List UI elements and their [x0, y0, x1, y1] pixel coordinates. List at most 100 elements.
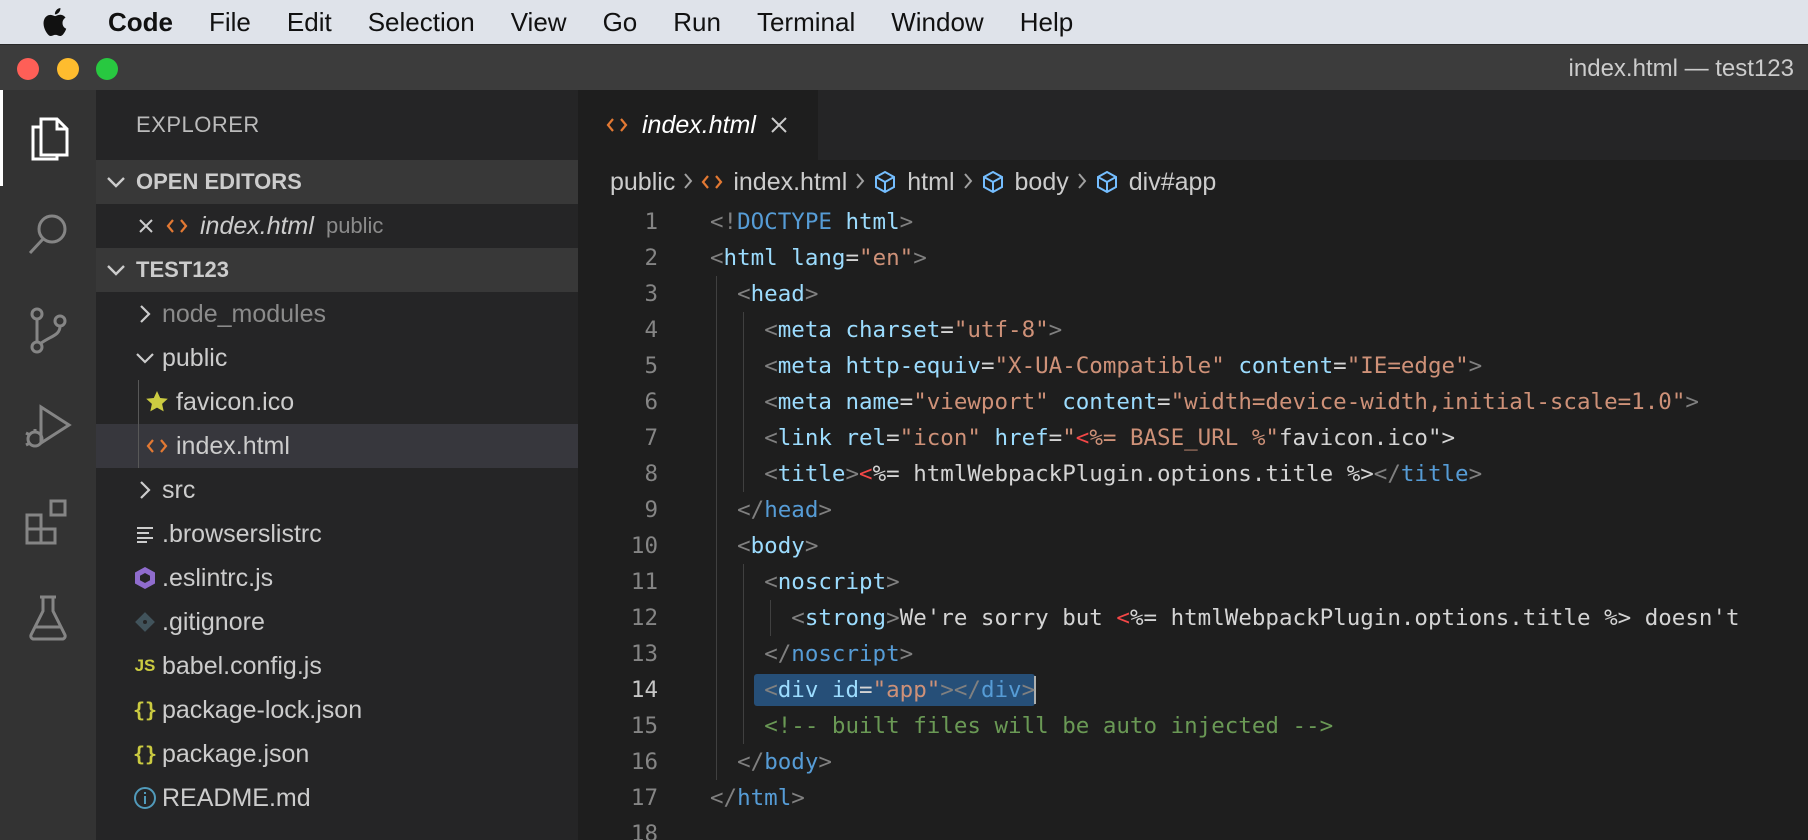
code-line[interactable]: 14 <div id="app"></div>	[578, 672, 1808, 708]
code-line[interactable]: 16 </body>	[578, 744, 1808, 780]
menu-window[interactable]: Window	[873, 7, 1001, 38]
tree-item-src[interactable]: src	[96, 468, 578, 512]
breadcrumb-item[interactable]: body	[981, 168, 1069, 197]
menu-edit[interactable]: Edit	[269, 7, 350, 38]
menu-help[interactable]: Help	[1002, 7, 1091, 38]
tree-item-index-html[interactable]: index.html	[96, 424, 578, 468]
zoom-window-button[interactable]	[96, 58, 118, 80]
tree-item-package-json[interactable]: {} package.json	[96, 732, 578, 776]
breadcrumb-item[interactable]: index.html	[701, 168, 847, 197]
code-line[interactable]: 12 <strong>We're sorry but <%= htmlWebpa…	[578, 600, 1808, 636]
tree-item-label: package-lock.json	[162, 695, 363, 724]
code-text[interactable]: </body>	[710, 744, 832, 780]
js-icon: JS	[134, 656, 156, 675]
menu-terminal[interactable]: Terminal	[739, 7, 873, 38]
tree-item-babel-config[interactable]: JS babel.config.js	[96, 644, 578, 688]
tree-item-readme[interactable]: README.md	[96, 776, 578, 820]
code-line[interactable]: 3 <head>	[578, 276, 1808, 312]
minimize-window-button[interactable]	[57, 58, 79, 80]
open-editor-item[interactable]: index.html public	[96, 204, 578, 248]
code-line[interactable]: 8 <title><%= htmlWebpackPlugin.options.t…	[578, 456, 1808, 492]
code-text[interactable]: <title><%= htmlWebpackPlugin.options.tit…	[710, 456, 1482, 492]
tree-item-package-lock[interactable]: {} package-lock.json	[96, 688, 578, 732]
code-line[interactable]: 10 <body>	[578, 528, 1808, 564]
menu-view[interactable]: View	[493, 7, 585, 38]
code-text[interactable]: <link rel="icon" href="<%= BASE_URL %"fa…	[710, 420, 1455, 456]
html-icon	[606, 117, 628, 133]
chevron-right-icon	[128, 304, 162, 324]
tree-item-node-modules[interactable]: node_modules	[96, 292, 578, 336]
search-icon[interactable]	[0, 186, 96, 282]
code-line[interactable]: 11 <noscript>	[578, 564, 1808, 600]
code-text[interactable]: <meta http-equiv="X-UA-Compatible" conte…	[710, 348, 1482, 384]
menu-app-name[interactable]: Code	[108, 7, 191, 38]
apple-icon[interactable]	[0, 7, 108, 37]
close-window-button[interactable]	[17, 58, 39, 80]
tree-item-label: favicon.ico	[176, 387, 295, 416]
code-text[interactable]: <head>	[710, 276, 818, 312]
project-header[interactable]: TEST123	[96, 248, 578, 292]
breadcrumb-item[interactable]: div#app	[1095, 168, 1216, 197]
open-editors-label: OPEN EDITORS	[136, 169, 302, 194]
line-number: 5	[644, 353, 658, 379]
menu-file[interactable]: File	[191, 7, 269, 38]
code-text[interactable]: <strong>We're sorry but <%= htmlWebpackP…	[710, 600, 1739, 636]
chevron-right-icon	[855, 168, 865, 197]
close-icon[interactable]	[132, 218, 160, 234]
tree-item-browserslistrc[interactable]: .browserslistrc	[96, 512, 578, 556]
breadcrumb-item[interactable]: public	[610, 168, 675, 197]
chevron-down-icon	[96, 264, 136, 276]
code-text[interactable]: </noscript>	[710, 636, 913, 672]
tab-index-html[interactable]: index.html	[578, 90, 818, 160]
explorer-icon[interactable]	[0, 90, 96, 186]
code-line[interactable]: 2 <html lang="en">	[578, 240, 1808, 276]
code-text[interactable]: </html>	[710, 780, 805, 816]
line-number: 7	[644, 425, 658, 451]
testing-icon[interactable]	[0, 570, 96, 666]
line-number: 6	[644, 389, 658, 415]
code-line[interactable]: 1 <!DOCTYPE html>	[578, 204, 1808, 240]
code-text[interactable]: <!DOCTYPE html>	[710, 204, 913, 240]
code-text[interactable]: <meta charset="utf-8">	[710, 312, 1062, 348]
code-line[interactable]: 13 </noscript>	[578, 636, 1808, 672]
code-text[interactable]: </head>	[710, 492, 832, 528]
tree-item-eslintrc[interactable]: .eslintrc.js	[96, 556, 578, 600]
code-line[interactable]: 15 <!-- built files will be auto injecte…	[578, 708, 1808, 744]
code-text[interactable]: <noscript>	[710, 564, 899, 600]
window-title: index.html — test123	[1568, 55, 1794, 82]
run-debug-icon[interactable]	[0, 378, 96, 474]
code-text[interactable]: <meta name="viewport" content="width=dev…	[710, 384, 1699, 420]
code-line[interactable]: 7 <link rel="icon" href="<%= BASE_URL %"…	[578, 420, 1808, 456]
extensions-icon[interactable]	[0, 474, 96, 570]
symbol-cube-icon	[875, 170, 896, 194]
menu-bar: Code File Edit Selection View Go Run Ter…	[0, 0, 1808, 44]
code-line[interactable]: 18	[578, 816, 1808, 840]
chevron-right-icon	[1077, 168, 1087, 197]
menu-run[interactable]: Run	[655, 7, 739, 38]
breadcrumb-label: html	[907, 167, 955, 196]
code-line[interactable]: 4 <meta charset="utf-8">	[578, 312, 1808, 348]
code-text[interactable]: <body>	[710, 528, 818, 564]
close-icon[interactable]	[770, 116, 788, 134]
menu-go[interactable]: Go	[585, 7, 656, 38]
tab-label: index.html	[642, 110, 756, 139]
code-editor[interactable]: 1 <!DOCTYPE html> 2 <html lang="en"> 3 <head…	[578, 204, 1808, 840]
code-text[interactable]: <div id="app"></div>	[710, 672, 1035, 708]
breadcrumb-item[interactable]: html	[873, 167, 955, 197]
code-text[interactable]: <!-- built files will be auto injected -…	[710, 708, 1333, 744]
tree-item-public[interactable]: public	[96, 336, 578, 380]
line-number: 18	[630, 821, 658, 840]
line-number: 14	[630, 677, 658, 703]
line-number: 15	[630, 713, 658, 739]
menu-selection[interactable]: Selection	[350, 7, 493, 38]
tree-item-gitignore[interactable]: .gitignore	[96, 600, 578, 644]
code-text[interactable]: <html lang="en">	[710, 240, 927, 276]
tree-item-favicon[interactable]: favicon.ico	[96, 380, 578, 424]
source-control-icon[interactable]	[0, 282, 96, 378]
breadcrumb-label: body	[1014, 167, 1069, 196]
code-line[interactable]: 17 </html>	[578, 780, 1808, 816]
code-line[interactable]: 5 <meta http-equiv="X-UA-Compatible" con…	[578, 348, 1808, 384]
code-line[interactable]: 9 </head>	[578, 492, 1808, 528]
code-line[interactable]: 6 <meta name="viewport" content="width=d…	[578, 384, 1808, 420]
open-editors-header[interactable]: OPEN EDITORS	[96, 160, 578, 204]
